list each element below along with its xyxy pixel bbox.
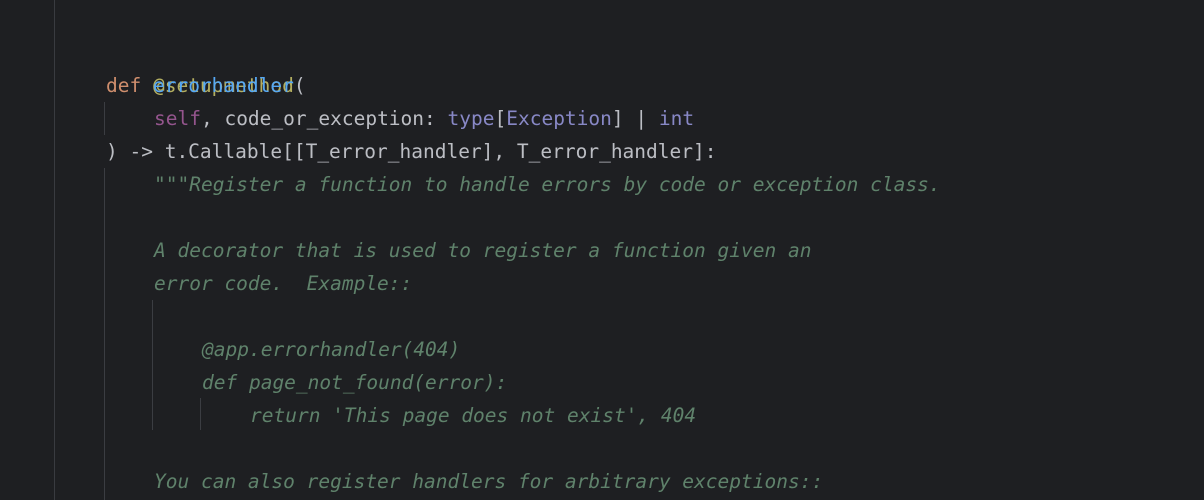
bracket-open: [ bbox=[494, 107, 507, 130]
docstring-line-1[interactable]: """Register a function to handle errors … bbox=[154, 168, 941, 201]
code-line-def[interactable]: def errorhandler( bbox=[106, 69, 306, 102]
docstring-line-2[interactable]: A decorator that is used to register a f… bbox=[154, 234, 811, 267]
builtin-exception: Exception bbox=[506, 107, 612, 130]
code-line-params[interactable]: self, code_or_exception: type[Exception]… bbox=[154, 102, 694, 135]
open-paren: ( bbox=[293, 74, 306, 97]
builtin-type: type bbox=[447, 107, 495, 130]
code-line-return-annotation[interactable]: ) -> t.Callable[[T_error_handler], T_err… bbox=[106, 135, 716, 168]
gutter-divider bbox=[54, 0, 55, 500]
function-name: errorhandler bbox=[152, 74, 294, 97]
param-self: self bbox=[154, 107, 201, 130]
docstring-example-def[interactable]: def page_not_found(error): bbox=[202, 366, 507, 399]
indent-guide bbox=[200, 398, 201, 430]
keyword-def: def bbox=[106, 74, 142, 97]
docstring-example-decorator[interactable]: @app.errorhandler(404) bbox=[202, 333, 460, 366]
indent-guide bbox=[152, 300, 153, 430]
code-line-decorator[interactable]: @setupmethod bbox=[106, 36, 294, 97]
code-editor[interactable]: @setupmethod def errorhandler( self, cod… bbox=[0, 0, 1204, 500]
param-code-or-exception: , code_or_exception: bbox=[200, 107, 448, 130]
bracket-close-union: ] | bbox=[611, 107, 659, 130]
docstring-line-4[interactable]: You can also register handlers for arbit… bbox=[154, 465, 823, 498]
docstring-line-3[interactable]: error code. Example:: bbox=[154, 267, 412, 300]
indent-guide bbox=[104, 102, 105, 135]
indent-guide bbox=[104, 168, 105, 500]
builtin-int: int bbox=[658, 107, 695, 130]
docstring-example-return[interactable]: return 'This page does not exist', 404 bbox=[250, 399, 696, 432]
